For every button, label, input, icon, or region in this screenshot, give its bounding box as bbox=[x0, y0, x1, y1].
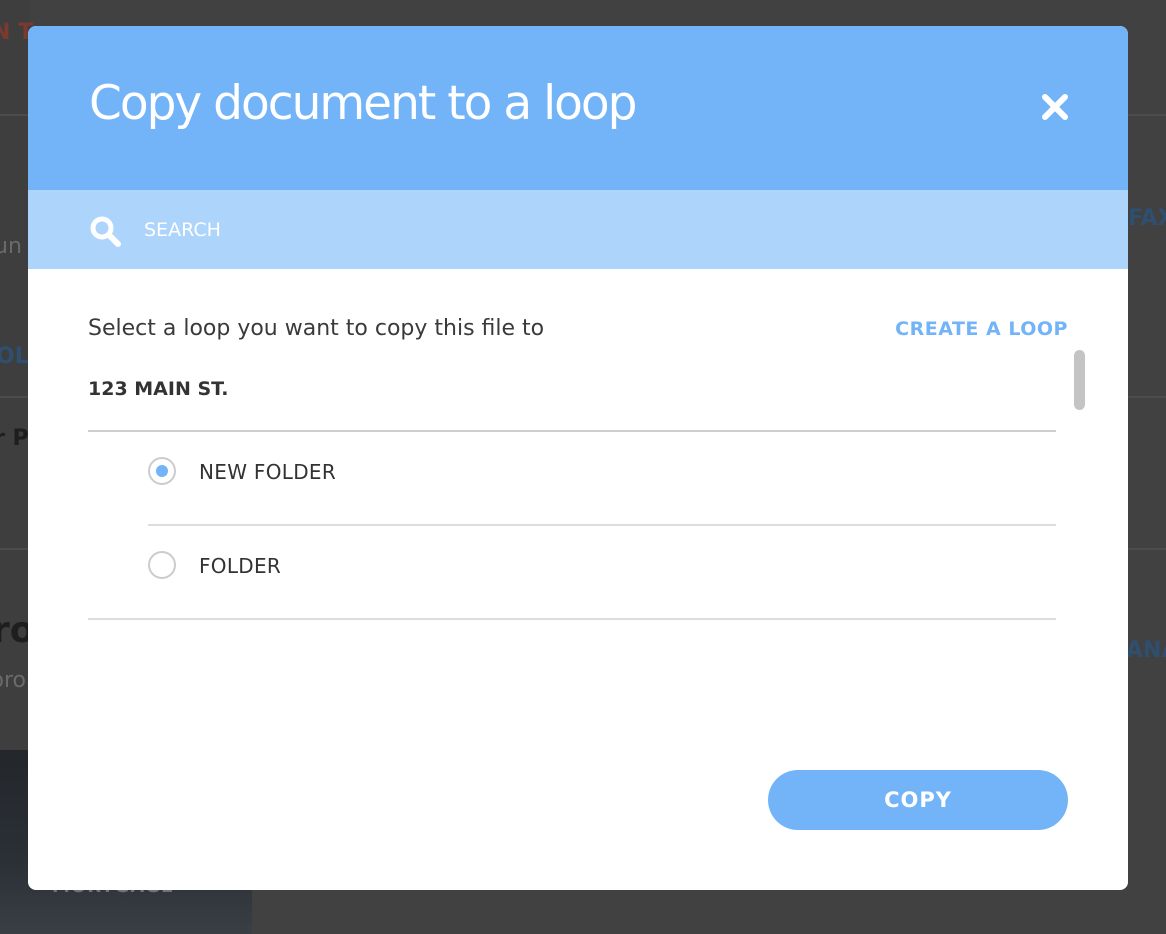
divider bbox=[88, 430, 1056, 432]
scrollbar-thumb[interactable] bbox=[1074, 350, 1085, 410]
radio-dot bbox=[156, 465, 168, 477]
search-input[interactable] bbox=[134, 214, 854, 246]
background-fragment: r P bbox=[0, 426, 29, 451]
radio-button[interactable] bbox=[148, 551, 176, 579]
background-fragment: ANA bbox=[1126, 638, 1166, 663]
background-divider bbox=[0, 114, 30, 116]
close-button[interactable] bbox=[1040, 92, 1070, 122]
copy-button[interactable]: COPY bbox=[768, 770, 1068, 830]
divider bbox=[88, 618, 1056, 620]
instruction-text: Select a loop you want to copy this file… bbox=[88, 316, 545, 341]
close-icon bbox=[1042, 94, 1068, 120]
background-fragment: pro bbox=[0, 668, 26, 693]
folder-label: FOLDER bbox=[199, 554, 282, 578]
search-bar bbox=[28, 190, 1128, 269]
create-loop-link[interactable]: CREATE A LOOP bbox=[895, 318, 1068, 340]
radio-button-selected[interactable] bbox=[148, 457, 176, 485]
background-divider bbox=[0, 396, 30, 398]
folder-option-folder[interactable]: FOLDER bbox=[148, 536, 1056, 596]
background-fragment: FAX bbox=[1128, 206, 1166, 231]
background-divider bbox=[1128, 396, 1166, 398]
folder-option-new-folder[interactable]: NEW FOLDER bbox=[148, 442, 1056, 502]
folder-label: NEW FOLDER bbox=[199, 460, 337, 484]
modal-header: Copy document to a loop bbox=[28, 26, 1128, 190]
background-divider bbox=[1128, 548, 1166, 550]
modal-title: Copy document to a loop bbox=[89, 76, 638, 131]
background-fragment: OL bbox=[0, 344, 29, 369]
background-divider bbox=[0, 548, 30, 550]
divider bbox=[148, 524, 1056, 526]
copy-document-modal: Copy document to a loop Select a loop yo… bbox=[28, 26, 1128, 890]
search-icon bbox=[90, 216, 121, 247]
background-fragment: un bbox=[0, 234, 22, 259]
background-divider bbox=[1128, 114, 1166, 116]
loop-name[interactable]: 123 MAIN ST. bbox=[88, 378, 228, 400]
